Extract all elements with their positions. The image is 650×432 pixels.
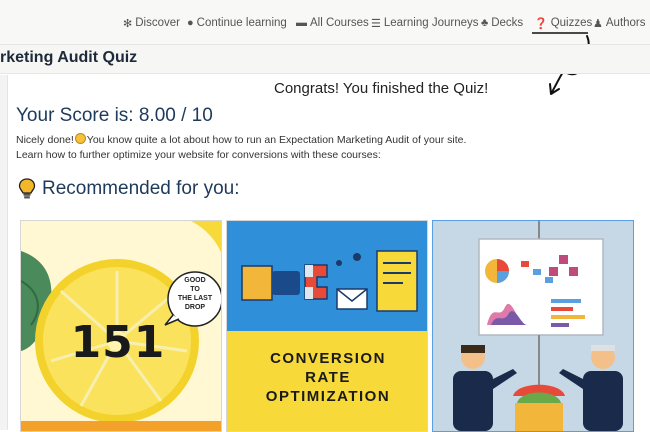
result-description: Nicely done! You know quite a lot about h… [16, 133, 466, 163]
book-icon: ▬ [296, 17, 307, 29]
clapping-hands-icon [74, 133, 86, 144]
course-card[interactable] [432, 220, 634, 432]
bubble-text: GOOD TO THE LAST DROP [173, 276, 217, 312]
nav-item-discover[interactable]: ✻ Discover [123, 14, 180, 32]
bubble-line: THE LAST [177, 295, 213, 302]
course-title-line: OPTIMIZATION [265, 388, 391, 405]
result-line-2: Learn how to further optimize your websi… [16, 149, 381, 161]
course-title: CONVERSION RATE OPTIMIZATION [227, 349, 427, 406]
nav-label: Discover [135, 17, 180, 29]
nav-item-authors[interactable]: ♟ Authors [593, 14, 646, 32]
play-circle-icon: ● [187, 17, 194, 29]
recommended-label: Recommended for you: [42, 178, 240, 199]
result-line-1: Nicely done! You know quite a lot about h… [16, 133, 466, 148]
page-title: rketing Audit Quiz [0, 49, 138, 66]
course-card[interactable]: GOOD TO THE LAST DROP 151 [20, 220, 222, 432]
course-title-line: CONVERSION [270, 350, 386, 367]
presentation-thumbnail [433, 221, 633, 431]
sitemap-icon: ♣ [481, 17, 489, 29]
lightbulb-icon [18, 178, 36, 199]
recommended-heading: Recommended for you: [18, 178, 240, 200]
nav-label: Authors [605, 17, 646, 29]
gear-icon: ✻ [123, 17, 133, 30]
nav-item-all-courses[interactable]: ▬ All Courses [296, 14, 369, 32]
score-heading: Your Score is: 8.00 / 10 [16, 105, 213, 126]
nav-label: All Courses [310, 17, 369, 29]
nav-label: Decks [491, 17, 524, 29]
bubble-line: GOOD [184, 277, 206, 284]
congrats-message: Congrats! You finished the Quiz! [274, 80, 489, 97]
result-summary: You know quite a lot about how to run an… [86, 134, 467, 146]
bubble-line: TO [190, 286, 200, 293]
nav-item-continue-learning[interactable]: ● Continue learning [187, 14, 287, 32]
course-title-line: RATE [305, 369, 351, 386]
course-number: 151 [70, 317, 166, 368]
signpost-icon: ☰ [371, 17, 381, 30]
course-card[interactable]: CONVERSION RATE OPTIMIZATION [226, 220, 428, 432]
nav-item-decks[interactable]: ♣ Decks [481, 14, 523, 32]
result-praise: Nicely done! [16, 134, 74, 146]
nav-label: Learning Journeys [383, 17, 479, 29]
bubble-line: DROP [184, 304, 206, 311]
nav-item-learning-journeys[interactable]: ☰ Learning Journeys [371, 14, 479, 32]
left-rail [0, 75, 8, 430]
nav-label: Continue learning [196, 17, 287, 29]
